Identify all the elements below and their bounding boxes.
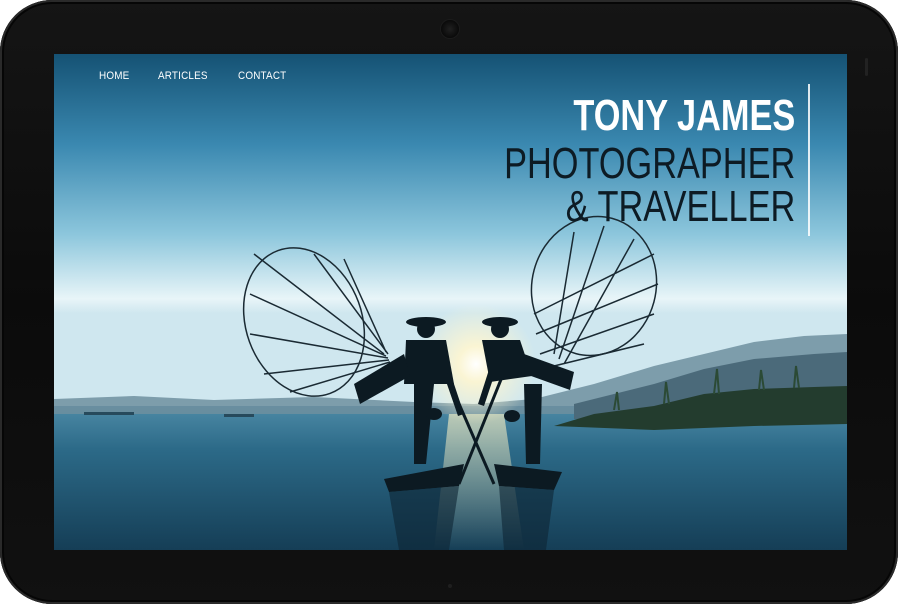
hero-subtitle-line1: PHOTOGRAPHER (503, 139, 795, 188)
hero-subtitle-line2: & TRAVELLER (565, 182, 795, 231)
main-navigation: HOME ARTICLES CONTACT (99, 70, 292, 82)
nav-articles-link[interactable]: ARTICLES (158, 70, 208, 82)
nav-contact-link[interactable]: CONTACT (238, 70, 286, 82)
title-divider (808, 84, 810, 236)
website-screen: HOME ARTICLES CONTACT TONY JAMES PHOTOGR… (54, 54, 847, 550)
hero-name: TONY JAMES (573, 91, 795, 140)
hero-title-block: TONY JAMES PHOTOGRAPHER & TRAVELLER (422, 91, 795, 231)
microphone-icon (448, 584, 452, 588)
tablet-frame: HOME ARTICLES CONTACT TONY JAMES PHOTOGR… (0, 0, 898, 604)
sensor-icon (865, 58, 868, 76)
front-camera-icon (441, 20, 459, 38)
nav-home-link[interactable]: HOME (99, 70, 129, 82)
